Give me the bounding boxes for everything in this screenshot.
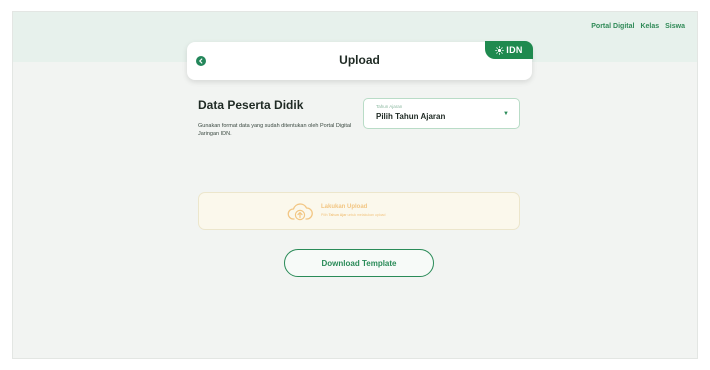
caret-down-icon: ▼	[503, 111, 509, 117]
header-card: Upload IDN	[187, 41, 533, 80]
upload-subtitle-suffix: untuk melakukan upload	[347, 213, 386, 217]
idn-logo: IDN	[485, 41, 533, 59]
nav-siswa[interactable]: Siswa	[665, 23, 685, 30]
upload-subtitle-prefix: Pilih	[321, 213, 328, 217]
app-frame: Portal Digital Kelas Siswa Upload IDN Da…	[12, 11, 698, 359]
select-label: Tahun Ajaran	[376, 104, 403, 109]
top-nav: Portal Digital Kelas Siswa	[591, 23, 685, 30]
section-title: Data Peserta Didik	[198, 98, 304, 112]
tahun-ajaran-select[interactable]: Tahun Ajaran Pilih Tahun Ajaran ▼	[363, 98, 520, 129]
cloud-upload-icon	[287, 203, 313, 221]
upload-subtitle-highlight: Tahun Ajar	[328, 213, 347, 217]
select-value: Pilih Tahun Ajaran	[376, 112, 446, 121]
upload-dropzone[interactable]: Lakukan Upload Pilih Tahun Ajar untuk me…	[198, 192, 520, 230]
sun-icon	[495, 45, 505, 55]
upload-subtitle: Pilih Tahun Ajar untuk melakukan upload	[321, 213, 385, 217]
logo-text: IDN	[506, 45, 523, 55]
page-title: Upload	[339, 53, 380, 67]
section-description: Gunakan format data yang sudah ditentuka…	[198, 123, 352, 137]
upload-title: Lakukan Upload	[321, 204, 368, 210]
nav-portal-digital[interactable]: Portal Digital	[591, 23, 634, 30]
download-template-button[interactable]: Download Template	[284, 249, 434, 277]
nav-kelas[interactable]: Kelas	[640, 23, 659, 30]
